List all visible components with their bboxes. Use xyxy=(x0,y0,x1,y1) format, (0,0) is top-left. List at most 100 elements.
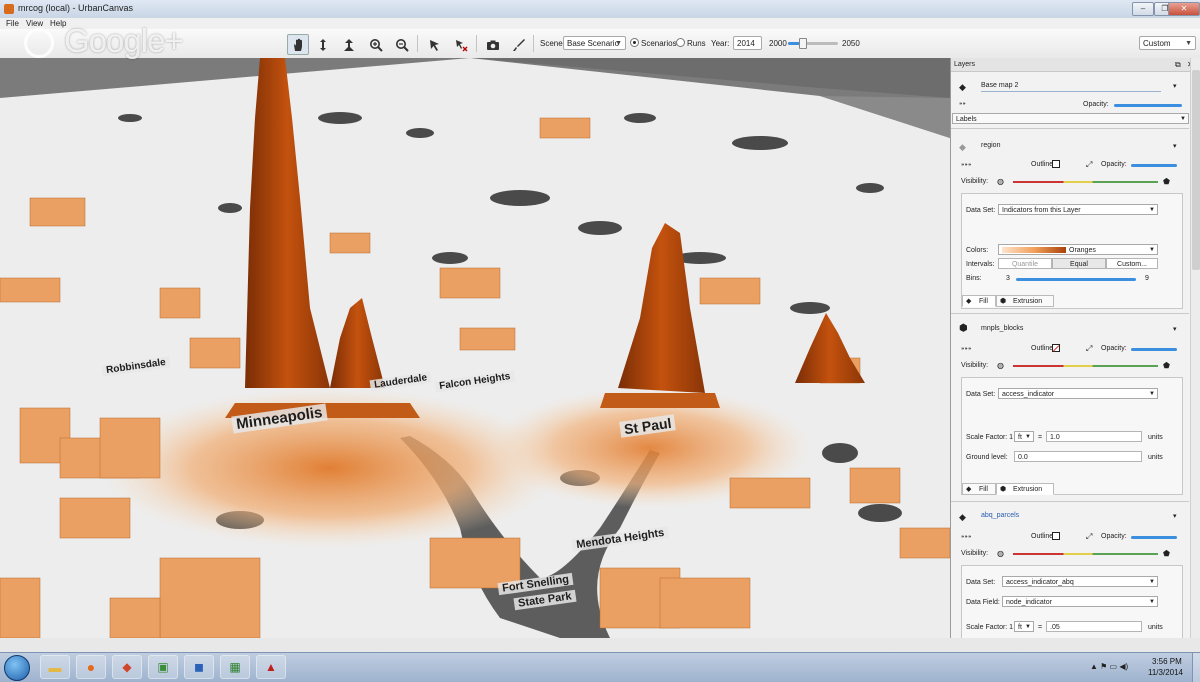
region-bins-max: 9 xyxy=(1145,275,1149,282)
layer-menu-chevron-icon[interactable]: ▾ xyxy=(1173,82,1177,90)
layer-menu-chevron-icon[interactable]: ▾ xyxy=(1173,325,1177,333)
chevron-down-icon: ▼ xyxy=(1149,579,1155,585)
taskbar-firefox[interactable]: ● xyxy=(76,655,106,679)
select-arrow-icon xyxy=(430,39,439,51)
year-slider-thumb[interactable] xyxy=(798,38,807,49)
region-tab-fill[interactable]: ◆ Fill xyxy=(962,295,996,307)
expand-icon[interactable]: ⤢ xyxy=(1086,532,1092,542)
blocks-dataset-label: Data Set: xyxy=(966,391,996,398)
view-preset-select[interactable]: Custom ▼ xyxy=(1139,36,1196,50)
intervals-equal-button[interactable]: Equal xyxy=(1052,258,1106,269)
menu-file[interactable]: File xyxy=(6,19,19,28)
year-slider-track[interactable] xyxy=(788,38,838,49)
layer-separator xyxy=(951,128,1189,129)
parcels-outlines-checkbox[interactable] xyxy=(1052,532,1060,540)
region-tools-icon[interactable]: ⁍⁍⁍ xyxy=(961,161,972,169)
show-desktop-button[interactable] xyxy=(1192,653,1200,682)
region-opacity-slider[interactable] xyxy=(1131,164,1177,167)
taskbar-spreadsheet[interactable]: ▦ xyxy=(220,655,250,679)
window-title: mrcog (local) - UrbanCanvas xyxy=(18,3,134,13)
paint-button[interactable] xyxy=(508,34,530,55)
region-opacity-label: Opacity: xyxy=(1101,161,1127,168)
layers-panel-scrollbar[interactable] xyxy=(1190,58,1200,638)
blocks-tab-extrusion[interactable]: ⬢ Extrusion xyxy=(996,483,1054,495)
region-bins-slider[interactable] xyxy=(1016,278,1136,281)
region-layer-icon: ◆ xyxy=(959,142,966,152)
select-tool-button[interactable] xyxy=(424,34,446,55)
blocks-dataset-select[interactable]: access_indicator ▼ xyxy=(998,388,1158,399)
layer-menu-chevron-icon[interactable]: ▾ xyxy=(1173,142,1177,150)
year-input[interactable]: 2014 xyxy=(733,36,762,50)
pan-tool-button[interactable] xyxy=(287,34,309,55)
parcels-scale-input[interactable]: .05 xyxy=(1046,621,1142,632)
blocks-pin-icon[interactable]: ⬟ xyxy=(1163,361,1170,370)
equals-sign: = xyxy=(1038,624,1043,631)
parcels-opacity-label: Opacity: xyxy=(1101,533,1127,540)
blocks-tab-fill[interactable]: ◆ Fill xyxy=(962,483,996,495)
parcels-visibility-range[interactable] xyxy=(1013,553,1158,555)
taskbar-image-viewer[interactable]: ▣ xyxy=(148,655,178,679)
region-pin-icon[interactable]: ⬟ xyxy=(1163,177,1170,186)
panel-float-icon[interactable]: ⧉ xyxy=(1175,60,1181,70)
window-title-bar: mrcog (local) - UrbanCanvas – ❐ ✕ xyxy=(0,0,1200,19)
tilt-button[interactable] xyxy=(338,34,360,55)
app-icon xyxy=(4,4,14,14)
basemap-labels-value: Labels xyxy=(956,116,977,123)
taskbar-pdf[interactable]: ▲ xyxy=(256,655,286,679)
chevron-down-icon: ▼ xyxy=(1185,40,1192,47)
blocks-tools-icon[interactable]: ⁍⁍⁍ xyxy=(961,345,972,353)
vertical-move-button[interactable] xyxy=(312,34,334,55)
taskbar-app[interactable]: ◼ xyxy=(184,655,214,679)
extrusion-tab-icon: ⬢ xyxy=(1000,486,1007,493)
blocks-scale-input[interactable]: 1.0 xyxy=(1046,431,1142,442)
start-button[interactable] xyxy=(4,655,30,681)
blocks-ground-input[interactable]: 0.0 xyxy=(1014,451,1142,462)
zoom-in-button[interactable] xyxy=(365,34,387,55)
expand-icon[interactable]: ⤢ xyxy=(1086,344,1092,354)
chevron-down-icon: ▼ xyxy=(1149,247,1155,253)
intervals-quantile-button[interactable]: Quantile xyxy=(998,258,1052,269)
chevron-down-icon: ▼ xyxy=(1149,391,1155,397)
scenarios-radio[interactable] xyxy=(630,38,639,47)
scene-select[interactable]: Base Scenario ▼ xyxy=(563,36,626,50)
region-visibility-range[interactable] xyxy=(1013,181,1158,183)
blocks-outlines-checkbox[interactable] xyxy=(1052,344,1060,352)
deselect-tool-button[interactable] xyxy=(450,34,472,55)
parcels-tools-icon[interactable]: ⁍⁍⁍ xyxy=(961,533,972,541)
menu-view[interactable]: View xyxy=(26,19,43,28)
region-colors-select[interactable]: Oranges ▼ xyxy=(998,244,1158,255)
layers-panel-header: Layers ⧉ ✕ xyxy=(951,58,1200,72)
equals-sign: = xyxy=(1038,434,1043,441)
basemap-tools-icon[interactable]: ⁍⁍ xyxy=(959,100,966,108)
blocks-visibility-range[interactable] xyxy=(1013,365,1158,367)
chevron-down-icon: ▼ xyxy=(1149,599,1155,605)
intervals-custom-button[interactable]: Custom... xyxy=(1106,258,1158,269)
parcels-scale-unit-value: ft xyxy=(1018,624,1022,631)
close-button[interactable]: ✕ xyxy=(1168,2,1200,16)
parcels-dataset-select[interactable]: access_indicator_abq ▼ xyxy=(1002,576,1158,587)
blocks-scale-unit-select[interactable]: ft ▼ xyxy=(1014,431,1034,442)
basemap-opacity-slider[interactable] xyxy=(1114,104,1182,107)
taskbar-git[interactable]: ◆ xyxy=(112,655,142,679)
region-dataset-select[interactable]: Indicators from this Layer ▼ xyxy=(998,204,1158,215)
tray-icons[interactable]: ▲ ⚑ ▭ ◀) xyxy=(1090,662,1128,671)
screenshot-button[interactable] xyxy=(482,34,504,55)
parcels-opacity-slider[interactable] xyxy=(1131,536,1177,539)
region-tab-extrusion[interactable]: ⬢ Extrusion xyxy=(996,295,1054,307)
runs-radio[interactable] xyxy=(676,38,685,47)
minimize-button[interactable]: – xyxy=(1132,2,1154,16)
toolbar-separator xyxy=(533,35,534,52)
parcels-scale-unit-select[interactable]: ft ▼ xyxy=(1014,621,1034,632)
blocks-opacity-slider[interactable] xyxy=(1131,348,1177,351)
expand-icon[interactable]: ⤢ xyxy=(1086,160,1092,170)
windows-taskbar: ▬ ● ◆ ▣ ◼ ▦ ▲ ▲ ⚑ ▭ ◀) 3:56 PM 11/3/2014 xyxy=(0,652,1200,682)
map-viewport[interactable]: Minneapolis St Paul Robbinsdale Lauderda… xyxy=(0,58,950,638)
parcels-datafield-select[interactable]: node_indicator ▼ xyxy=(1002,596,1158,607)
zoom-out-button[interactable] xyxy=(391,34,413,55)
parcels-pin-icon[interactable]: ⬟ xyxy=(1163,549,1170,558)
taskbar-explorer[interactable]: ▬ xyxy=(40,655,70,679)
scrollbar-thumb[interactable] xyxy=(1192,70,1200,270)
region-outlines-checkbox[interactable] xyxy=(1052,160,1060,168)
basemap-labels-select[interactable]: Labels ▼ xyxy=(952,113,1189,124)
layer-menu-chevron-icon[interactable]: ▾ xyxy=(1173,512,1177,520)
